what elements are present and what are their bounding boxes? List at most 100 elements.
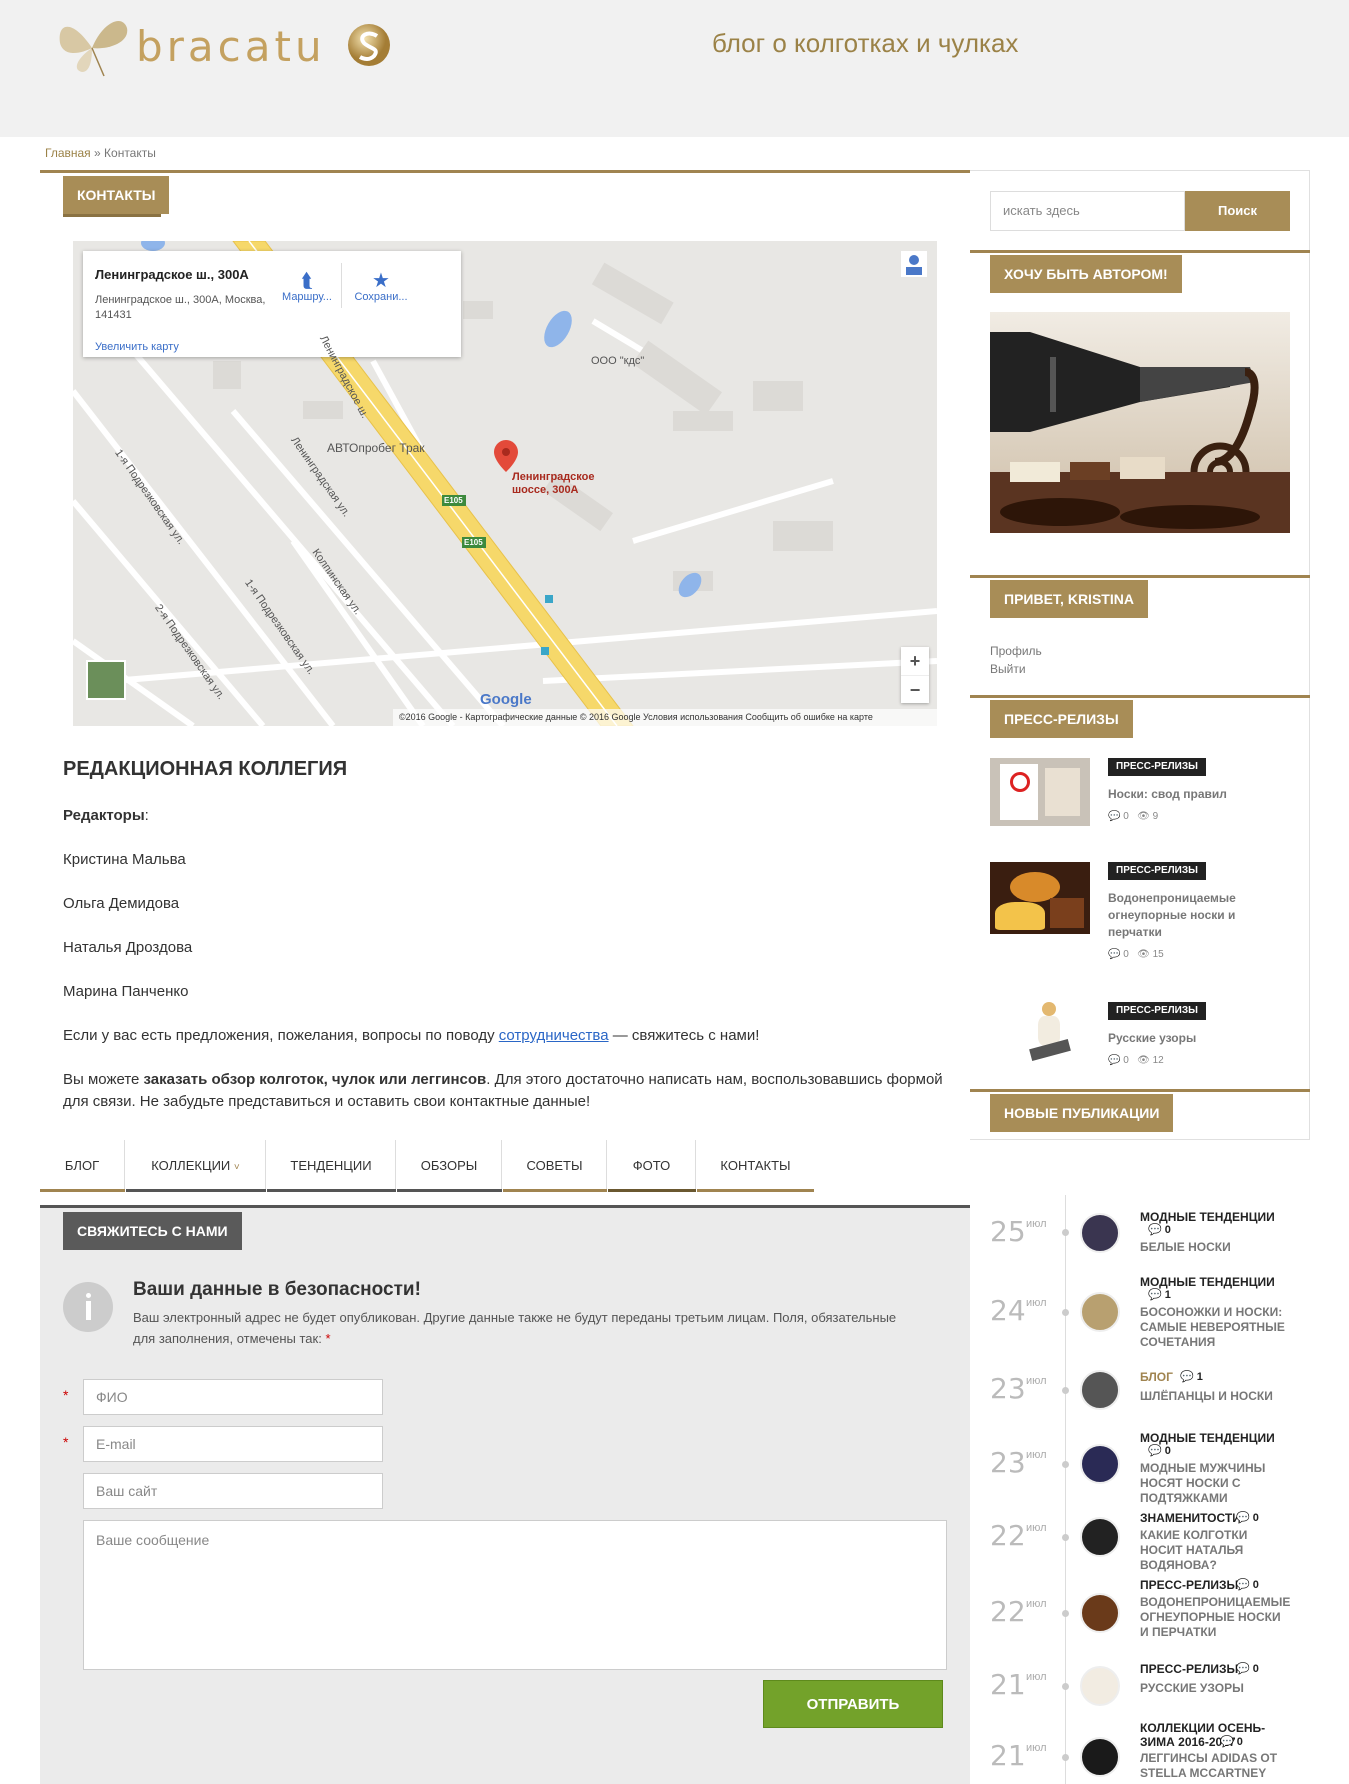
comment-icon: 💬 <box>1236 1579 1250 1591</box>
post-thumb <box>1080 1737 1120 1777</box>
post-title[interactable]: ШЛЁПАНЦЫ И НОСКИ <box>1140 1389 1290 1404</box>
post-category[interactable]: МОДНЫЕ ТЕНДЕНЦИИ <box>1140 1210 1275 1224</box>
post-comments: 💬 0 <box>1236 1662 1259 1675</box>
map-save-button[interactable]: ★ Сохрани... <box>349 271 413 303</box>
zoom-in-button[interactable]: + <box>901 647 929 675</box>
nav-photo-label: ФОТО <box>632 1158 671 1173</box>
nav-contacts[interactable]: КОНТАКТЫ <box>697 1140 814 1192</box>
search-button[interactable]: Поиск <box>1185 191 1290 231</box>
post-month: июл <box>1026 1449 1047 1461</box>
map-card-divider <box>341 263 342 308</box>
post-thumb <box>1080 1593 1120 1633</box>
press-title[interactable]: Носки: свод правил <box>1108 786 1248 803</box>
submit-button[interactable]: ОТПРАВИТЬ <box>763 1680 943 1728</box>
timeline-dot <box>1062 1534 1069 1541</box>
post-category[interactable]: ПРЕСС-РЕЛИЗЫ <box>1140 1578 1238 1592</box>
nav-underline <box>503 1189 607 1192</box>
logout-link[interactable]: Выйти <box>990 662 1026 676</box>
nav-trends[interactable]: ТЕНДЕНЦИИ <box>267 1140 396 1192</box>
search-input[interactable]: искать здесь <box>990 191 1185 231</box>
main-nav: БЛОГ КОЛЛЕКЦИИ ˅ ТЕНДЕНЦИИ ОБЗОРЫ СОВЕТЫ… <box>40 1140 814 1192</box>
comment-icon: 💬 <box>1148 1224 1162 1236</box>
nav-blog[interactable]: БЛОГ <box>40 1140 125 1192</box>
cooperation-paragraph: Если у вас есть предложения, пожелания, … <box>63 1025 943 1047</box>
post-day: 23 <box>990 1446 1026 1479</box>
post-day: 24 <box>990 1294 1026 1327</box>
post-category[interactable]: БЛОГ <box>1140 1370 1173 1384</box>
press-title[interactable]: Водонепроницаемые огнеупорные носки и пе… <box>1108 890 1248 941</box>
press-badge[interactable]: ПРЕСС-РЕЛИЗЫ <box>1108 1002 1206 1020</box>
nav-collections[interactable]: КОЛЛЕКЦИИ ˅ <box>126 1140 266 1192</box>
site-logo[interactable]: bracatu <box>52 8 392 78</box>
map-enlarge-link[interactable]: Увеличить карту <box>95 341 179 353</box>
nav-photo[interactable]: ФОТО <box>608 1140 696 1192</box>
post-comments: 💬 1 <box>1180 1370 1203 1383</box>
sidebar-section-line <box>970 575 1310 578</box>
message-field[interactable]: Ваше сообщение <box>83 1520 947 1670</box>
press-title[interactable]: Русские узоры <box>1108 1030 1248 1047</box>
nav-tips[interactable]: СОВЕТЫ <box>503 1140 607 1192</box>
notice-text: Ваш электронный адрес не будет опубликов… <box>133 1307 903 1349</box>
post-thumb <box>1080 1213 1120 1253</box>
post-category[interactable]: ПРЕСС-РЕЛИЗЫ <box>1140 1662 1238 1676</box>
profile-link[interactable]: Профиль <box>990 644 1042 658</box>
name-field[interactable]: ФИО <box>83 1379 383 1415</box>
post-title[interactable]: ВОДОНЕПРОНИЦАЕМЫЕ ОГНЕУПОРНЫЕ НОСКИ И ПЕ… <box>1140 1595 1290 1640</box>
comment-icon: 💬 <box>1236 1512 1250 1524</box>
press-thumb <box>990 758 1090 826</box>
post-comments: 💬 0 <box>1236 1511 1259 1524</box>
notice-required-mark: * <box>325 1331 331 1346</box>
post-thumb <box>1080 1666 1120 1706</box>
google-map[interactable]: Ленинградское ш., 300А Ленинградское ш.,… <box>73 241 937 726</box>
nav-underline <box>126 1189 266 1192</box>
editor-3: Наталья Дроздова <box>63 939 193 956</box>
post-title[interactable]: РУССКИЕ УЗОРЫ <box>1140 1681 1290 1696</box>
post-title[interactable]: БЕЛЫЕ НОСКИ <box>1140 1240 1290 1255</box>
nav-underline <box>40 1189 125 1192</box>
website-field[interactable]: Ваш сайт <box>83 1473 383 1509</box>
p1-text-end: — свяжитесь с нами! <box>608 1027 760 1044</box>
map-route-button[interactable]: ⮬ Маршру... <box>275 271 339 303</box>
comment-icon: 💬 <box>1236 1663 1250 1675</box>
post-title[interactable]: КАКИЕ КОЛГОТКИ НОСИТ НАТАЛЬЯ ВОДЯНОВА? <box>1140 1528 1290 1573</box>
map-save-label: Сохрани... <box>354 291 408 303</box>
page-title: КОНТАКТЫ <box>63 176 170 214</box>
map-zoom-control: + − <box>901 647 929 703</box>
become-author-image[interactable] <box>990 312 1290 533</box>
timeline-dot <box>1062 1461 1069 1468</box>
order-review-text: заказать обзор колготок, чулок или легги… <box>143 1071 487 1088</box>
site-tagline: блог о колготках и чулках <box>712 28 1019 58</box>
breadcrumb-home-link[interactable]: Главная <box>45 146 91 160</box>
editor-2: Ольга Демидова <box>63 895 180 912</box>
press-badge[interactable]: ПРЕСС-РЕЛИЗЫ <box>1108 758 1206 776</box>
post-title[interactable]: БОСОНОЖКИ И НОСКИ: САМЫЕ НЕВЕРОЯТНЫЕ СОЧ… <box>1140 1305 1290 1350</box>
post-title[interactable]: ЛЕГГИНСЫ ADIDAS ОТ STELLA MCCARTNEY <box>1140 1751 1290 1781</box>
map-info-card: Ленинградское ш., 300А Ленинградское ш.,… <box>83 251 461 357</box>
email-field[interactable]: E-mail <box>83 1426 383 1462</box>
sidebar-section-line <box>970 695 1310 698</box>
post-comments: 💬 0 <box>1220 1735 1243 1748</box>
press-meta: 💬 0 👁 12 <box>1108 1055 1164 1066</box>
nav-reviews[interactable]: ОБЗОРЫ <box>397 1140 502 1192</box>
title-underline <box>63 214 161 217</box>
cooperation-link[interactable]: сотрудничества <box>499 1027 609 1044</box>
map-label-kds: ООО "кдс" <box>591 355 645 367</box>
required-mark-name: * <box>63 1387 69 1403</box>
post-category[interactable]: ЗНАМЕНИТОСТИ <box>1140 1511 1241 1525</box>
post-category[interactable]: МОДНЫЕ ТЕНДЕНЦИИ <box>1140 1275 1275 1289</box>
press-badge[interactable]: ПРЕСС-РЕЛИЗЫ <box>1108 862 1206 880</box>
post-category[interactable]: МОДНЫЕ ТЕНДЕНЦИИ <box>1140 1431 1275 1445</box>
zoom-out-button[interactable]: − <box>901 675 929 703</box>
chevron-down-icon: ˅ <box>233 1162 240 1173</box>
directions-icon: ⮬ <box>301 270 313 292</box>
comment-icon: 💬 <box>1148 1289 1162 1301</box>
breadcrumb: Главная » Контакты <box>45 146 156 160</box>
map-footer[interactable]: ©2016 Google - Картографические данные ©… <box>393 709 937 726</box>
post-category[interactable]: КОЛЛЕКЦИИ ОСЕНЬ-ЗИМА 2016-2017 <box>1140 1721 1290 1749</box>
press-thumb <box>1020 998 1080 1070</box>
comment-count: 0 <box>1123 1055 1129 1066</box>
comment-count: 0 <box>1123 811 1129 822</box>
post-title[interactable]: МОДНЫЕ МУЖЧИНЫ НОСЯТ НОСКИ С ПОДТЯЖКАМИ <box>1140 1461 1290 1506</box>
google-logo: Google <box>480 691 532 708</box>
comment-count: 0 <box>1164 1445 1171 1457</box>
